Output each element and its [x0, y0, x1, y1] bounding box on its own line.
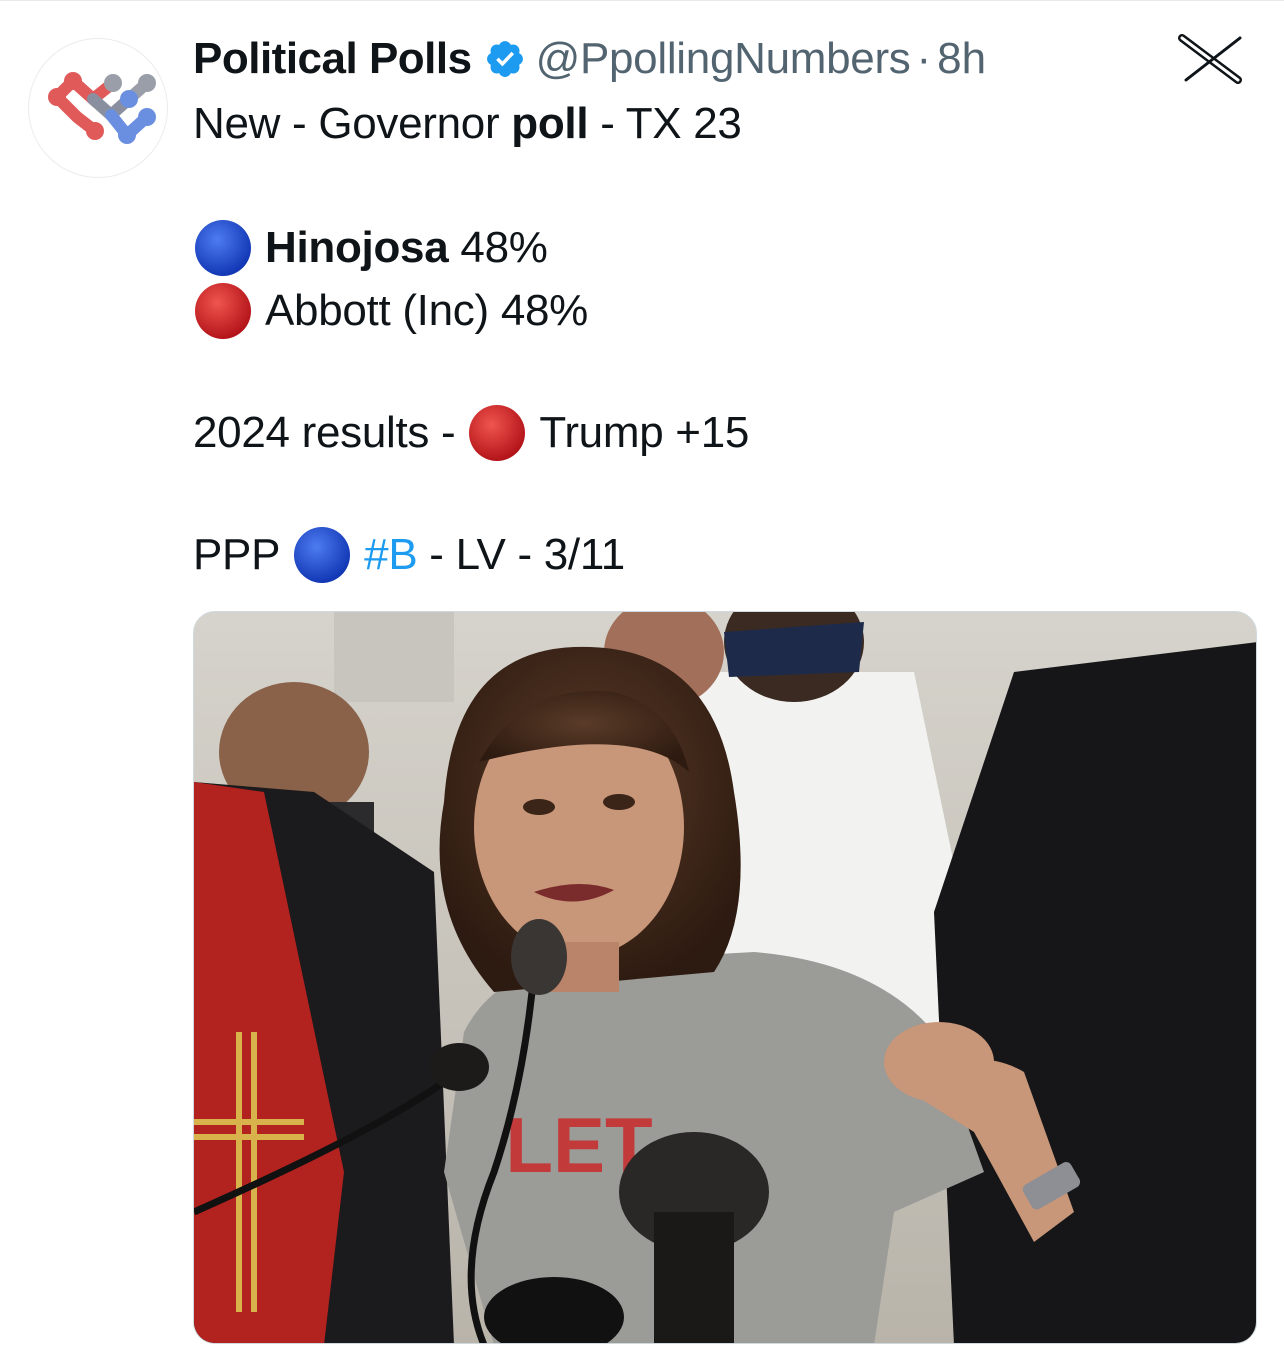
blue-circle-icon [195, 220, 251, 276]
pollster-name: PPP [193, 530, 281, 579]
candidate-percent: 48% [500, 286, 589, 335]
x-logo-icon[interactable] [1172, 32, 1252, 84]
candidate-name: Hinojosa [265, 223, 449, 272]
avatar[interactable] [28, 38, 168, 178]
separator-dot: · [916, 34, 932, 83]
display-name[interactable]: Political Polls [193, 34, 472, 84]
red-circle-icon [195, 283, 251, 339]
red-circle-icon [469, 405, 526, 461]
user-handle[interactable]: @PpollingNumbers [536, 34, 911, 84]
candidate-percent: 48% [460, 223, 548, 272]
results-row: 2024 results - Trump +15 [193, 403, 749, 463]
tweet-text-headline: New - Governor poll - TX 23 [193, 96, 742, 152]
hashtag-link[interactable]: #B [364, 527, 418, 583]
tweet-header: Political Polls @PpollingNumbers · 8h [193, 30, 986, 88]
blue-circle-icon [294, 527, 351, 583]
results-value: Trump +15 [539, 408, 750, 457]
photo-illustration: LET [194, 612, 1256, 1343]
tweet-photo[interactable]: LET [193, 611, 1257, 1344]
tweet-card[interactable]: Political Polls @PpollingNumbers · 8h Ne… [0, 0, 1284, 1358]
candidate-row-abbott: Abbott (Inc) 48% [193, 281, 588, 341]
divider [0, 0, 1284, 1]
avatar-logo-icon [48, 72, 156, 144]
results-label: 2024 results - [193, 408, 456, 457]
candidate-row-hinojosa: Hinojosa 48% [193, 218, 548, 278]
timestamp[interactable]: 8h [937, 34, 986, 84]
headline-suffix: - TX 23 [588, 99, 742, 148]
source-suffix: - LV - 3/11 [417, 530, 625, 579]
verified-badge-icon [486, 41, 523, 77]
source-row: PPP #B - LV - 3/11 [193, 525, 625, 585]
headline-prefix: New - Governor [193, 99, 512, 148]
candidate-name: Abbott (Inc) [265, 286, 489, 335]
headline-bold: poll [511, 99, 589, 148]
